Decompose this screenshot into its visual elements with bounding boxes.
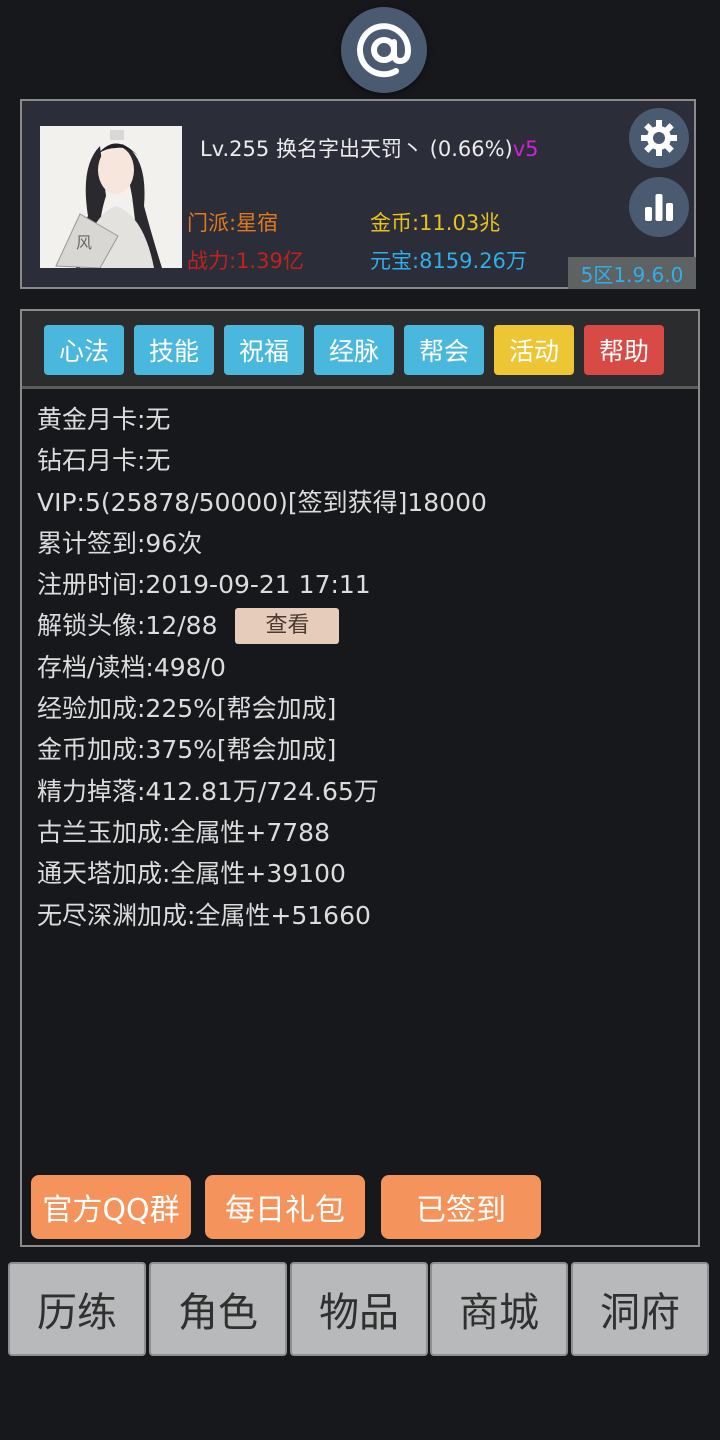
- tab-huodong[interactable]: 活动: [494, 325, 574, 375]
- nav-juese[interactable]: 角色: [149, 1262, 287, 1356]
- daily-gift-button[interactable]: 每日礼包: [205, 1175, 365, 1239]
- qq-group-button[interactable]: 官方QQ群: [31, 1175, 191, 1239]
- info-gold-bonus: 金币加成:375%[帮会加成]: [37, 735, 337, 765]
- at-sign-glyph: [357, 23, 412, 78]
- sect-label: 门派:星宿: [187, 211, 279, 235]
- level-progress: (0.66%): [429, 137, 513, 161]
- settings-button[interactable]: [629, 108, 689, 168]
- nav-lilian[interactable]: 历练: [8, 1262, 146, 1356]
- power-label: 战力:1.39亿: [187, 249, 304, 273]
- info-tower-bonus: 通天塔加成:全属性+39100: [37, 859, 346, 889]
- bar-chart-icon: [645, 194, 673, 221]
- info-save-load: 存档/读档:498/0: [37, 652, 226, 682]
- info-energy-drop: 精力掉落:412.81万/724.65万: [37, 776, 379, 806]
- info-abyss-bonus: 无尽深渊加成:全属性+51660: [37, 900, 371, 930]
- tab-jineng[interactable]: 技能: [134, 325, 214, 375]
- info-total-signin: 累计签到:96次: [37, 528, 203, 558]
- version-badge: 5区1.9.6.0: [568, 257, 696, 289]
- tab-bangzhu[interactable]: 帮助: [584, 325, 664, 375]
- tab-zhufu[interactable]: 祝福: [224, 325, 304, 375]
- avatar-fan-char: 风: [76, 233, 92, 252]
- info-gold-card: 黄金月卡:无: [37, 405, 171, 434]
- nav-dongfu[interactable]: 洞府: [571, 1262, 709, 1356]
- stats-button[interactable]: [629, 177, 689, 237]
- nav-shangcheng[interactable]: 商城: [430, 1262, 568, 1356]
- vip-badge: v5: [512, 137, 539, 161]
- info-vip: VIP:5(25878/50000)[签到获得]18000: [37, 487, 487, 517]
- at-sign-icon[interactable]: [341, 7, 427, 93]
- tab-xinfa[interactable]: 心法: [44, 325, 124, 375]
- player-name-line: Lv.255 换名字出天罚丶 (0.66%)v5: [200, 133, 539, 163]
- info-register-time: 注册时间:2019-09-21 17:11: [37, 570, 371, 600]
- info-unlocked-avatars-text: 解锁头像:12/88: [37, 611, 218, 641]
- nav-wupin[interactable]: 物品: [290, 1262, 428, 1356]
- bottom-nav: 历练 角色 物品 商城 洞府: [8, 1262, 712, 1358]
- signed-in-button[interactable]: 已签到: [381, 1175, 541, 1239]
- tab-banghui[interactable]: 帮会: [404, 325, 484, 375]
- info-diamond-card: 钻石月卡:无: [37, 446, 171, 476]
- gear-icon: [641, 120, 677, 156]
- info-unlocked-avatars: 解锁头像:12/88 查看: [37, 605, 487, 646]
- main-panel: 心法 技能 祝福 经脉 帮会 活动 帮助 黄金月卡:无 钻石月卡:无 VIP:5…: [20, 309, 700, 1247]
- info-exp-bonus: 经验加成:225%[帮会加成]: [37, 694, 337, 724]
- player-level: Lv.255: [200, 137, 270, 161]
- tab-bar: 心法 技能 祝福 经脉 帮会 活动 帮助: [22, 311, 698, 389]
- profile-card: 风 Lv.255 换名字出天罚丶 (0.66%)v5 门派:星宿 金币:11.0…: [20, 99, 696, 289]
- avatar-portrait: 风: [40, 126, 182, 268]
- avatar[interactable]: 风: [40, 126, 182, 268]
- info-list: 黄金月卡:无 钻石月卡:无 VIP:5(25878/50000)[签到获得]18…: [37, 399, 487, 936]
- view-avatars-button[interactable]: 查看: [235, 608, 340, 645]
- player-name: 换名字出天罚丶: [275, 137, 423, 161]
- info-gulan-bonus: 古兰玉加成:全属性+7788: [37, 817, 330, 847]
- tab-jingmai[interactable]: 经脉: [314, 325, 394, 375]
- yuanbao-label: 元宝:8159.26万: [370, 249, 527, 273]
- gold-label: 金币:11.03兆: [370, 211, 501, 235]
